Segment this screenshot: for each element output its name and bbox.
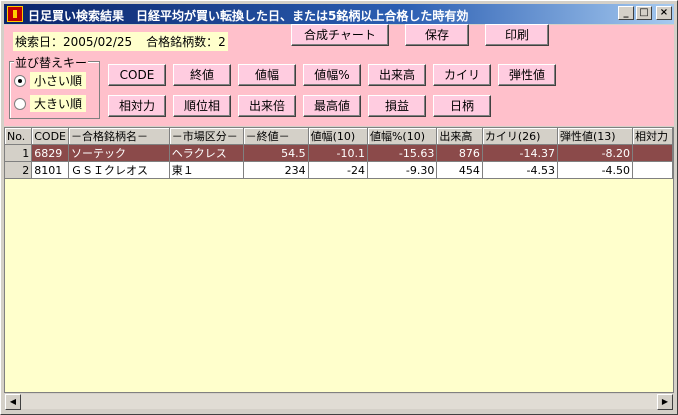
cell-code: 8101: [31, 161, 69, 179]
sort-kairi-button[interactable]: カイリ: [433, 64, 491, 86]
sort-ascending-option[interactable]: 小さい順: [14, 72, 87, 89]
cell-no: 1: [5, 144, 33, 162]
minimize-button[interactable]: _: [618, 6, 634, 20]
sort-elasticity-button[interactable]: 弾性値: [498, 64, 556, 86]
col-code[interactable]: CODE: [31, 128, 69, 145]
cell-range: -24: [308, 161, 368, 179]
search-date: 検索日：2005/02/25: [15, 35, 133, 49]
sort-descending-option[interactable]: 大きい順: [14, 95, 87, 112]
cell-relative: [632, 161, 673, 179]
save-button[interactable]: 保存: [405, 24, 469, 46]
sort-ascending-label: 小さい順: [30, 72, 87, 89]
print-button[interactable]: 印刷: [485, 24, 549, 46]
cell-kairi: -4.53: [482, 161, 558, 179]
scroll-left-icon[interactable]: ◀: [5, 394, 21, 410]
header-row: No. CODE －合格銘柄名－ －市場区分－ －終値－ 値幅(10) 値幅%(…: [5, 128, 673, 145]
sort-range-button[interactable]: 値幅: [238, 64, 296, 86]
cell-name: ソーテック: [68, 144, 170, 162]
results-table: No. CODE －合格銘柄名－ －市場区分－ －終値－ 値幅(10) 値幅%(…: [5, 128, 673, 179]
horizontal-scrollbar[interactable]: ◀ ▶: [4, 393, 674, 410]
cell-kairi: -14.37: [482, 144, 558, 162]
col-close[interactable]: －終値－: [243, 128, 309, 145]
cell-range: -10.1: [308, 144, 368, 162]
cell-market: 東１: [169, 161, 244, 179]
col-volume[interactable]: 出来高: [436, 128, 483, 145]
search-info: 検索日：2005/02/25 合格銘柄数：2: [13, 32, 228, 51]
sort-close-button[interactable]: 終値: [173, 64, 231, 86]
col-range-pct[interactable]: 値幅%(10): [367, 128, 438, 145]
sort-range-pct-button[interactable]: 値幅%: [303, 64, 361, 86]
cell-code: 6829: [31, 144, 69, 162]
col-relative[interactable]: 相対力: [632, 128, 673, 145]
cell-range-pct: -9.30: [367, 161, 438, 179]
col-kairi[interactable]: カイリ(26): [482, 128, 558, 145]
cell-elasticity: -4.50: [557, 161, 634, 179]
cell-elasticity: -8.20: [557, 144, 634, 162]
col-elasticity[interactable]: 弾性値(13): [557, 128, 634, 145]
cell-market: ヘラクレス: [169, 144, 244, 162]
scroll-right-icon[interactable]: ▶: [657, 394, 673, 410]
cell-range-pct: -15.63: [367, 144, 438, 162]
pass-count: 合格銘柄数：2: [146, 35, 226, 49]
window-title: 日足買い検索結果 日経平均が買い転換した日、または5銘柄以上合格した時有効: [28, 9, 469, 23]
sort-profit-button[interactable]: 損益: [368, 95, 426, 117]
radio-descending[interactable]: [14, 97, 26, 110]
sort-volume-button[interactable]: 出来高: [368, 64, 426, 86]
control-panel: 検索日：2005/02/25 合格銘柄数：2 合成チャート 保存 印刷 並び替えキ…: [4, 24, 674, 126]
col-name[interactable]: －合格銘柄名－: [68, 128, 170, 145]
composite-chart-button[interactable]: 合成チャート: [291, 24, 389, 46]
title-bar[interactable]: 日足買い検索結果 日経平均が買い転換した日、または5銘柄以上合格した時有効 _ …: [4, 4, 674, 24]
sort-order-group: 並び替えキー 小さい順 大きい順: [9, 54, 100, 119]
table-row[interactable]: 2 8101 ＧＳＩクレオス 東１ 234 -24 -9.30 454 -4.5…: [5, 161, 673, 179]
sort-days-button[interactable]: 日柄: [433, 95, 491, 117]
cell-relative: [632, 144, 673, 162]
maximize-button[interactable]: □: [636, 6, 652, 20]
sort-code-button[interactable]: CODE: [108, 64, 166, 86]
cell-close: 234: [243, 161, 309, 179]
cell-close: 54.5: [243, 144, 309, 162]
col-range[interactable]: 値幅(10): [308, 128, 368, 145]
sort-order-title: 並び替えキー: [14, 54, 89, 71]
close-button[interactable]: ×: [656, 6, 672, 20]
sort-descending-label: 大きい順: [30, 95, 87, 112]
col-no[interactable]: No.: [5, 128, 33, 145]
results-grid[interactable]: No. CODE －合格銘柄名－ －市場区分－ －終値－ 値幅(10) 値幅%(…: [4, 127, 674, 393]
app-icon: [7, 6, 23, 22]
sort-volume-ratio-button[interactable]: 出来倍: [238, 95, 296, 117]
sort-rank-button[interactable]: 順位相: [173, 95, 231, 117]
cell-volume: 454: [436, 161, 483, 179]
radio-ascending[interactable]: [14, 74, 26, 87]
cell-no: 2: [5, 161, 33, 179]
sort-high-button[interactable]: 最高値: [303, 95, 361, 117]
table-row[interactable]: 1 6829 ソーテック ヘラクレス 54.5 -10.1 -15.63 876…: [5, 144, 673, 162]
result-window: 日足買い検索結果 日経平均が買い転換した日、または5銘柄以上合格した時有効 _ …: [0, 0, 678, 415]
col-market[interactable]: －市場区分－: [169, 128, 244, 145]
cell-name: ＧＳＩクレオス: [68, 161, 170, 179]
cell-volume: 876: [436, 144, 483, 162]
sort-relative-button[interactable]: 相対力: [108, 95, 166, 117]
